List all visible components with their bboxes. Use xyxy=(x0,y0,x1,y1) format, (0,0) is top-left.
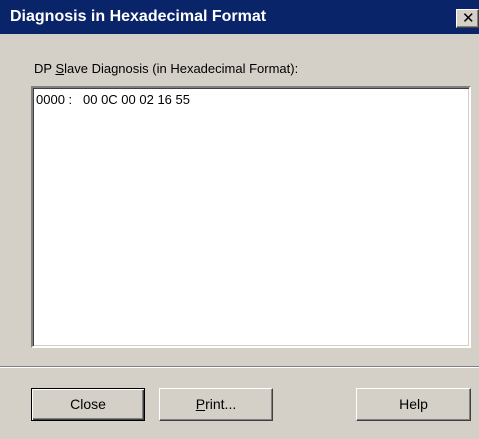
window-title: Diagnosis in Hexadecimal Format xyxy=(10,8,267,25)
label-rest: lave Diagnosis (in Hexadecimal Format): xyxy=(64,61,299,76)
label-prefix: DP xyxy=(34,61,56,76)
hex-address: 0000 : xyxy=(36,92,73,107)
hex-diagnosis-listbox[interactable]: 0000 : 00 0C 00 02 16 55 xyxy=(31,86,471,348)
close-icon: ✕ xyxy=(462,9,475,27)
print-button-mnemonic: P xyxy=(195,396,206,412)
print-button-label: rint... xyxy=(205,396,237,412)
title-close-button[interactable]: ✕ xyxy=(456,9,479,28)
close-button[interactable]: Close xyxy=(31,388,145,421)
separator xyxy=(0,366,479,368)
print-button[interactable]: Print... xyxy=(159,388,273,421)
help-button-label: Help xyxy=(399,396,428,412)
list-item[interactable]: 0000 : 00 0C 00 02 16 55 xyxy=(36,92,190,108)
close-button-label: Close xyxy=(70,396,106,412)
hex-bytes: 00 0C 00 02 16 55 xyxy=(83,92,190,107)
label-mnemonic: S xyxy=(55,61,65,76)
diagnosis-dialog: Diagnosis in Hexadecimal Format ✕ DP Sla… xyxy=(0,0,479,439)
slave-diagnosis-label: DP Slave Diagnosis (in Hexadecimal Forma… xyxy=(34,61,298,77)
help-button[interactable]: Help xyxy=(356,388,471,421)
title-bar[interactable]: Diagnosis in Hexadecimal Format ✕ xyxy=(0,0,479,34)
